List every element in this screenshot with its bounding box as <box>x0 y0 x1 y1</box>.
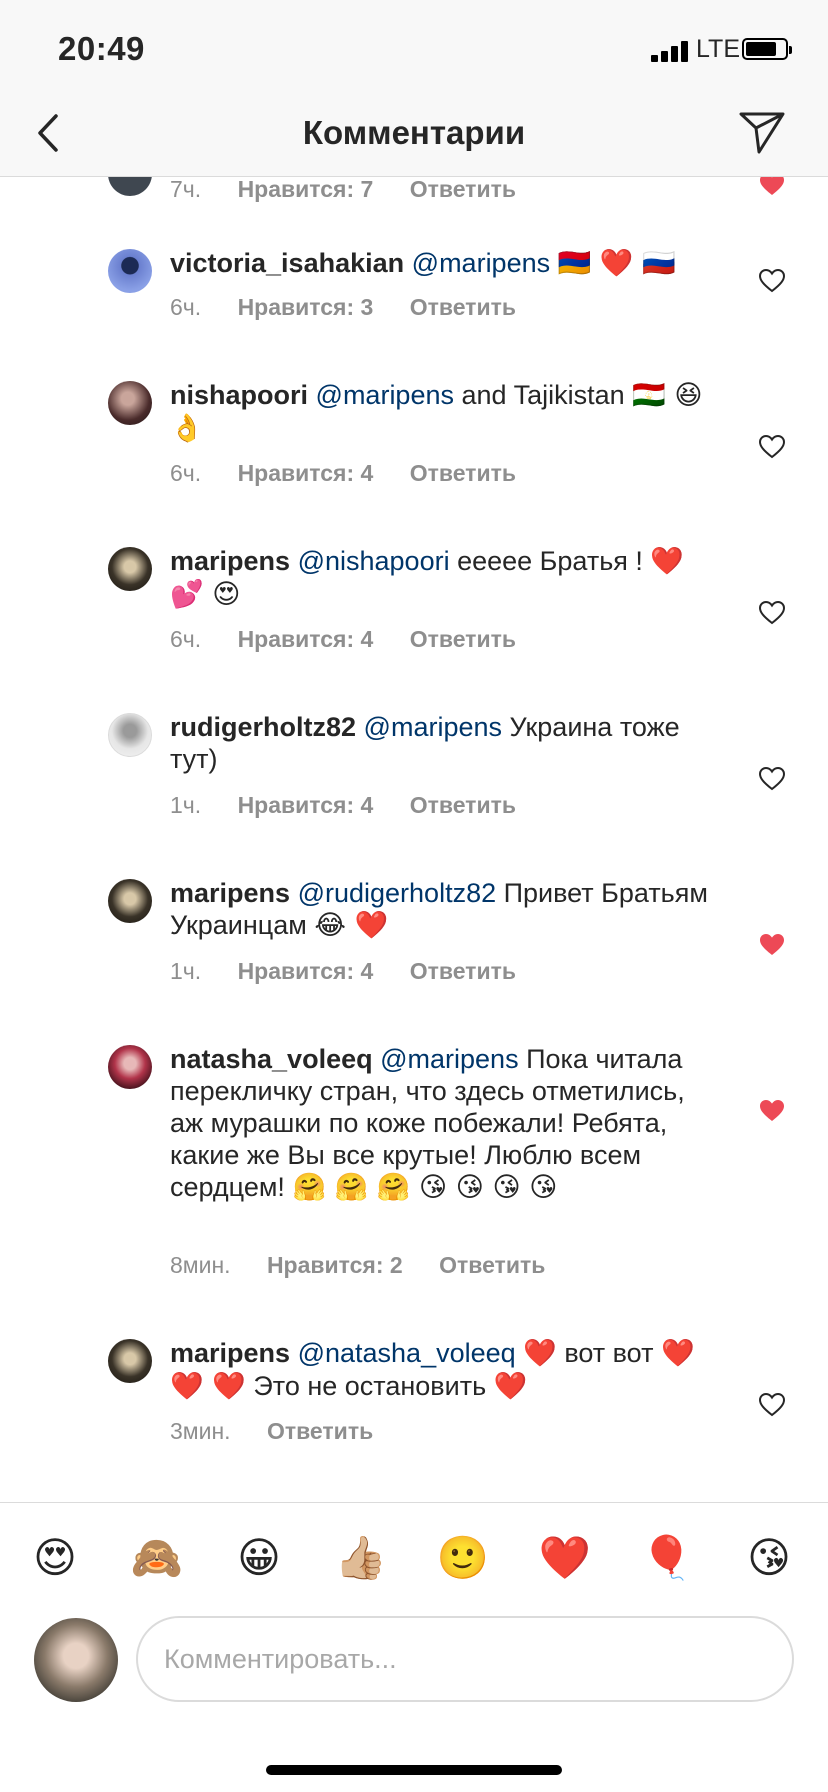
comment-time: 6ч. <box>170 294 202 320</box>
heart-icon[interactable] <box>759 767 785 791</box>
comment-text: nishapoori @maripens and Tajikistan 🇹🇯 😆… <box>170 379 715 445</box>
comment-text: maripens @natasha_voleeq ❤️ вот вот ❤️ ❤… <box>170 1337 715 1403</box>
home-indicator[interactable] <box>266 1765 562 1775</box>
comment-meta: 6ч. Нравится: 4 Ответить <box>170 460 546 487</box>
comment-time: 6ч. <box>170 460 202 486</box>
likes-count[interactable]: Нравится: 4 <box>238 460 374 486</box>
heart-icon[interactable] <box>759 435 785 459</box>
reply-button[interactable]: Ответить <box>439 1252 545 1278</box>
emoji-button[interactable]: 🎈 <box>640 1531 694 1585</box>
likes-count[interactable]: Нравится: 4 <box>238 792 374 818</box>
comment-meta: 8мин. Нравится: 2 Ответить <box>170 1252 575 1279</box>
comment-mention[interactable]: @nishapoori <box>298 546 450 576</box>
heart-icon[interactable] <box>759 1393 785 1417</box>
emoji-button[interactable]: ❤️ <box>538 1531 592 1585</box>
comment-meta: 3мин. Ответить <box>170 1418 403 1445</box>
comment-emoji: 😂 ❤️ <box>314 910 389 941</box>
likes-count[interactable]: Нравится: 2 <box>267 1252 403 1278</box>
comment-username[interactable]: nishapoori <box>170 380 308 410</box>
comment-composer <box>0 1612 828 1732</box>
signal-icon <box>651 40 693 62</box>
reply-button[interactable]: Ответить <box>267 1418 373 1444</box>
network-label: LTE <box>696 35 740 63</box>
emoji-button[interactable]: 😘 <box>742 1531 796 1585</box>
comment-body: вот вот <box>564 1338 654 1368</box>
heart-icon-liked[interactable] <box>759 1099 785 1123</box>
emoji-button[interactable]: 👍🏼 <box>334 1531 388 1585</box>
emoji-button[interactable]: 😍 <box>28 1531 82 1585</box>
comment-text: rudigerholtz82 @maripens Украина тоже ту… <box>170 711 715 775</box>
reply-button[interactable]: Ответить <box>410 626 516 652</box>
comment-mention[interactable]: @maripens <box>316 380 454 410</box>
comment-text: maripens @rudigerholtz82 Привет Братьям … <box>170 877 715 942</box>
battery-icon <box>742 38 792 60</box>
reply-button[interactable]: Ответить <box>410 177 516 202</box>
avatar[interactable] <box>108 249 152 293</box>
reply-button[interactable]: Ответить <box>410 460 516 486</box>
status-time: 20:49 <box>58 30 145 67</box>
likes-count[interactable]: Нравится: 7 <box>238 177 374 202</box>
comment-time: 3мин. <box>170 1418 231 1444</box>
comment-time: 1ч. <box>170 792 202 818</box>
header: Комментарии <box>0 96 828 177</box>
comments-list[interactable]: 7ч. Нравится: 7 Ответить victoria_isahak… <box>0 177 828 1497</box>
avatar[interactable] <box>108 381 152 425</box>
direct-send-icon[interactable] <box>737 106 787 156</box>
heart-icon-liked[interactable] <box>759 933 785 957</box>
avatar[interactable] <box>108 713 152 757</box>
comment-time: 1ч. <box>170 958 202 984</box>
comment-time: 8мин. <box>170 1252 231 1278</box>
comment-meta: 6ч. Нравится: 4 Ответить <box>170 626 546 653</box>
comment-input[interactable] <box>136 1616 794 1702</box>
reply-button[interactable]: Ответить <box>410 294 516 320</box>
avatar[interactable] <box>108 879 152 923</box>
likes-count[interactable]: Нравится: 4 <box>238 626 374 652</box>
avatar[interactable] <box>108 1045 152 1089</box>
comment-meta: 7ч. Нравится: 7 Ответить <box>170 177 546 203</box>
comment-body: and Tajikistan <box>461 380 625 410</box>
comment-emoji: 🇦🇲 ❤️ 🇷🇺 <box>557 248 676 279</box>
comment-text: victoria_isahakian @maripens 🇦🇲 ❤️ 🇷🇺 <box>170 247 715 280</box>
avatar[interactable] <box>108 1339 152 1383</box>
comment-username[interactable]: natasha_voleeq <box>170 1044 373 1074</box>
comment-username[interactable]: maripens <box>170 1338 290 1368</box>
comment-mention[interactable]: @maripens <box>380 1044 518 1074</box>
comment-meta: 6ч. Нравится: 3 Ответить <box>170 294 546 321</box>
reply-button[interactable]: Ответить <box>410 792 516 818</box>
comment-mention[interactable]: @rudigerholtz82 <box>298 878 497 908</box>
comment-text: natasha_voleeq @maripens Пока читала пер… <box>170 1043 715 1204</box>
heart-icon-liked[interactable] <box>759 177 785 197</box>
emoji-button[interactable]: 🙈 <box>130 1531 184 1585</box>
comment-meta: 1ч. Нравится: 4 Ответить <box>170 792 546 819</box>
emoji-reaction-bar: 😍 🙈 😀 👍🏼 🙂 ❤️ 🎈 😘 <box>0 1502 828 1613</box>
comment-mention[interactable]: @maripens <box>412 248 550 278</box>
comment-emoji: ❤️ <box>523 1338 557 1369</box>
comment-username[interactable]: maripens <box>170 878 290 908</box>
user-avatar <box>34 1618 118 1702</box>
heart-icon[interactable] <box>759 601 785 625</box>
emoji-button[interactable]: 😀 <box>232 1531 286 1585</box>
comment-username[interactable]: victoria_isahakian <box>170 248 404 278</box>
comment-time: 6ч. <box>170 626 202 652</box>
heart-icon[interactable] <box>759 269 785 293</box>
comment-text: maripens @nishapoori eeeee Братья ! ❤️ 💕… <box>170 545 715 611</box>
comment-username[interactable]: rudigerholtz82 <box>170 712 356 742</box>
reply-button[interactable]: Ответить <box>410 958 516 984</box>
comment-meta: 1ч. Нравится: 4 Ответить <box>170 958 546 985</box>
comment-emoji: ❤️ <box>493 1371 528 1402</box>
likes-count[interactable]: Нравится: 3 <box>238 294 374 320</box>
avatar[interactable] <box>108 177 152 196</box>
avatar[interactable] <box>108 547 152 591</box>
comment-time: 7ч. <box>170 177 202 202</box>
comment-mention[interactable]: @maripens <box>364 712 502 742</box>
likes-count[interactable]: Нравится: 4 <box>238 958 374 984</box>
status-bar: 20:49 LTE <box>0 0 828 96</box>
comment-body: eeeee Братья ! <box>457 546 643 576</box>
emoji-button[interactable]: 🙂 <box>436 1531 490 1585</box>
comment-username[interactable]: maripens <box>170 546 290 576</box>
comment-body: Это не остановить <box>253 1371 487 1401</box>
comment-mention[interactable]: @natasha_voleeq <box>298 1338 516 1368</box>
comment-emoji: 🤗 🤗 🤗 😘 😘 😘 😘 <box>292 1172 558 1203</box>
page-title: Комментарии <box>302 114 526 151</box>
